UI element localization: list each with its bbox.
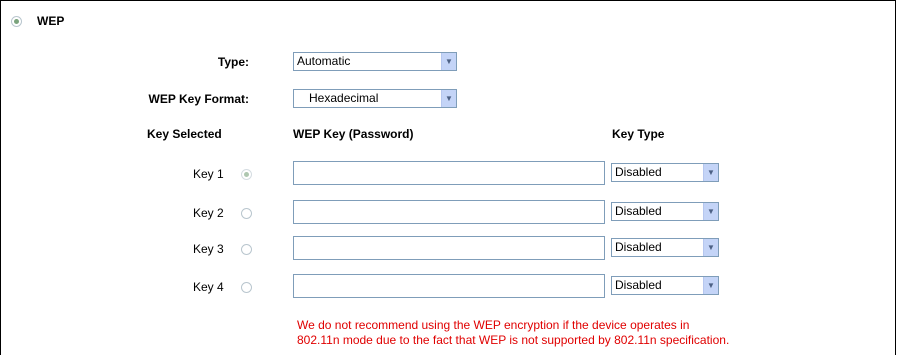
type-select-value: Automatic bbox=[297, 54, 351, 68]
key-3-label: Key 3 bbox=[193, 242, 224, 256]
wep-warning-line-1: We do not recommend using the WEP encryp… bbox=[297, 318, 690, 332]
key-1-radio[interactable] bbox=[241, 169, 252, 180]
header-key-type: Key Type bbox=[612, 127, 665, 141]
type-select[interactable]: Automatic ▼ bbox=[293, 52, 457, 71]
chevron-down-icon: ▼ bbox=[703, 277, 718, 294]
wep-warning-line-2: 802.11n mode due to the fact that WEP is… bbox=[297, 333, 730, 347]
header-wep-key: WEP Key (Password) bbox=[293, 127, 414, 141]
wep-warning: We do not recommend using the WEP encryp… bbox=[297, 318, 729, 348]
key-format-select-value: Hexadecimal bbox=[309, 91, 379, 105]
key-1-type-value: Disabled bbox=[615, 165, 662, 179]
key-3-radio[interactable] bbox=[241, 244, 252, 255]
key-4-input[interactable] bbox=[293, 274, 605, 298]
type-label: Type: bbox=[217, 55, 249, 69]
key-format-label: WEP Key Format: bbox=[148, 92, 249, 106]
key-format-select[interactable]: Hexadecimal ▼ bbox=[293, 89, 457, 108]
wep-section-title: WEP bbox=[37, 14, 65, 28]
chevron-down-icon: ▼ bbox=[703, 239, 718, 256]
chevron-down-icon: ▼ bbox=[703, 203, 718, 220]
key-2-radio[interactable] bbox=[241, 208, 252, 219]
key-1-input[interactable] bbox=[293, 161, 605, 185]
header-key-selected: Key Selected bbox=[147, 127, 222, 141]
key-3-type-select[interactable]: Disabled ▼ bbox=[611, 238, 719, 257]
key-1-label: Key 1 bbox=[193, 167, 224, 181]
key-3-type-value: Disabled bbox=[615, 240, 662, 254]
wep-settings-panel: WEP Type: Automatic ▼ WEP Key Format: He… bbox=[0, 0, 896, 355]
key-2-label: Key 2 bbox=[193, 206, 224, 220]
key-4-label: Key 4 bbox=[193, 280, 224, 294]
key-4-type-value: Disabled bbox=[615, 278, 662, 292]
key-3-input[interactable] bbox=[293, 236, 605, 260]
key-2-input[interactable] bbox=[293, 200, 605, 224]
key-2-type-value: Disabled bbox=[615, 204, 662, 218]
key-2-type-select[interactable]: Disabled ▼ bbox=[611, 202, 719, 221]
key-1-type-select[interactable]: Disabled ▼ bbox=[611, 163, 719, 182]
chevron-down-icon: ▼ bbox=[441, 90, 456, 107]
wep-radio[interactable] bbox=[11, 16, 22, 27]
chevron-down-icon: ▼ bbox=[703, 164, 718, 181]
key-4-radio[interactable] bbox=[241, 282, 252, 293]
key-4-type-select[interactable]: Disabled ▼ bbox=[611, 276, 719, 295]
chevron-down-icon: ▼ bbox=[441, 53, 456, 70]
